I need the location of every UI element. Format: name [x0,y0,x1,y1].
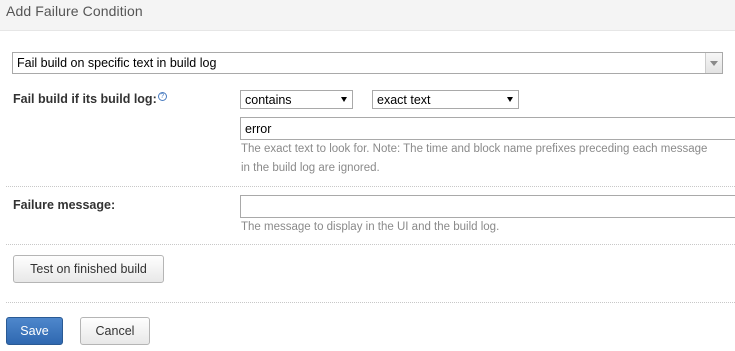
dialog-title: Add Failure Condition [6,3,143,19]
match-mode-value: contains [245,93,292,107]
footer-divider [6,302,735,303]
failure-message-input[interactable] [240,195,735,218]
cancel-button[interactable]: Cancel [80,317,150,345]
failure-message-label: Failure message: [13,198,116,212]
search-text-note-2: in the build log are ignored. [241,162,380,174]
match-mode-select[interactable]: contains [240,90,353,109]
help-icon[interactable]: ? [157,92,167,101]
test-on-finished-build-button[interactable]: Test on finished build [13,255,164,283]
search-text-note-1: The exact text to look for. Note: The ti… [241,143,708,155]
build-log-label-text: Fail build if its build log: [13,92,157,107]
match-type-select[interactable]: exact text [372,90,519,109]
build-log-label: Fail build if its build log:? [13,92,167,106]
search-text-input[interactable] [240,117,735,140]
dialog-header: Add Failure Condition [0,0,735,31]
failure-message-note: The message to display in the UI and the… [241,221,500,233]
chevron-down-icon [710,61,718,66]
save-button[interactable]: Save [6,317,63,345]
dropdown-arrow-icon [507,97,513,102]
condition-type-select[interactable]: Fail build on specific text in build log [12,52,723,74]
dropdown-arrow-icon [341,97,347,102]
section-divider [6,244,735,245]
dropdown-toggle[interactable] [705,53,722,73]
condition-type-value: Fail build on specific text in build log [17,56,217,70]
section-divider [6,186,735,187]
match-type-value: exact text [377,93,431,107]
